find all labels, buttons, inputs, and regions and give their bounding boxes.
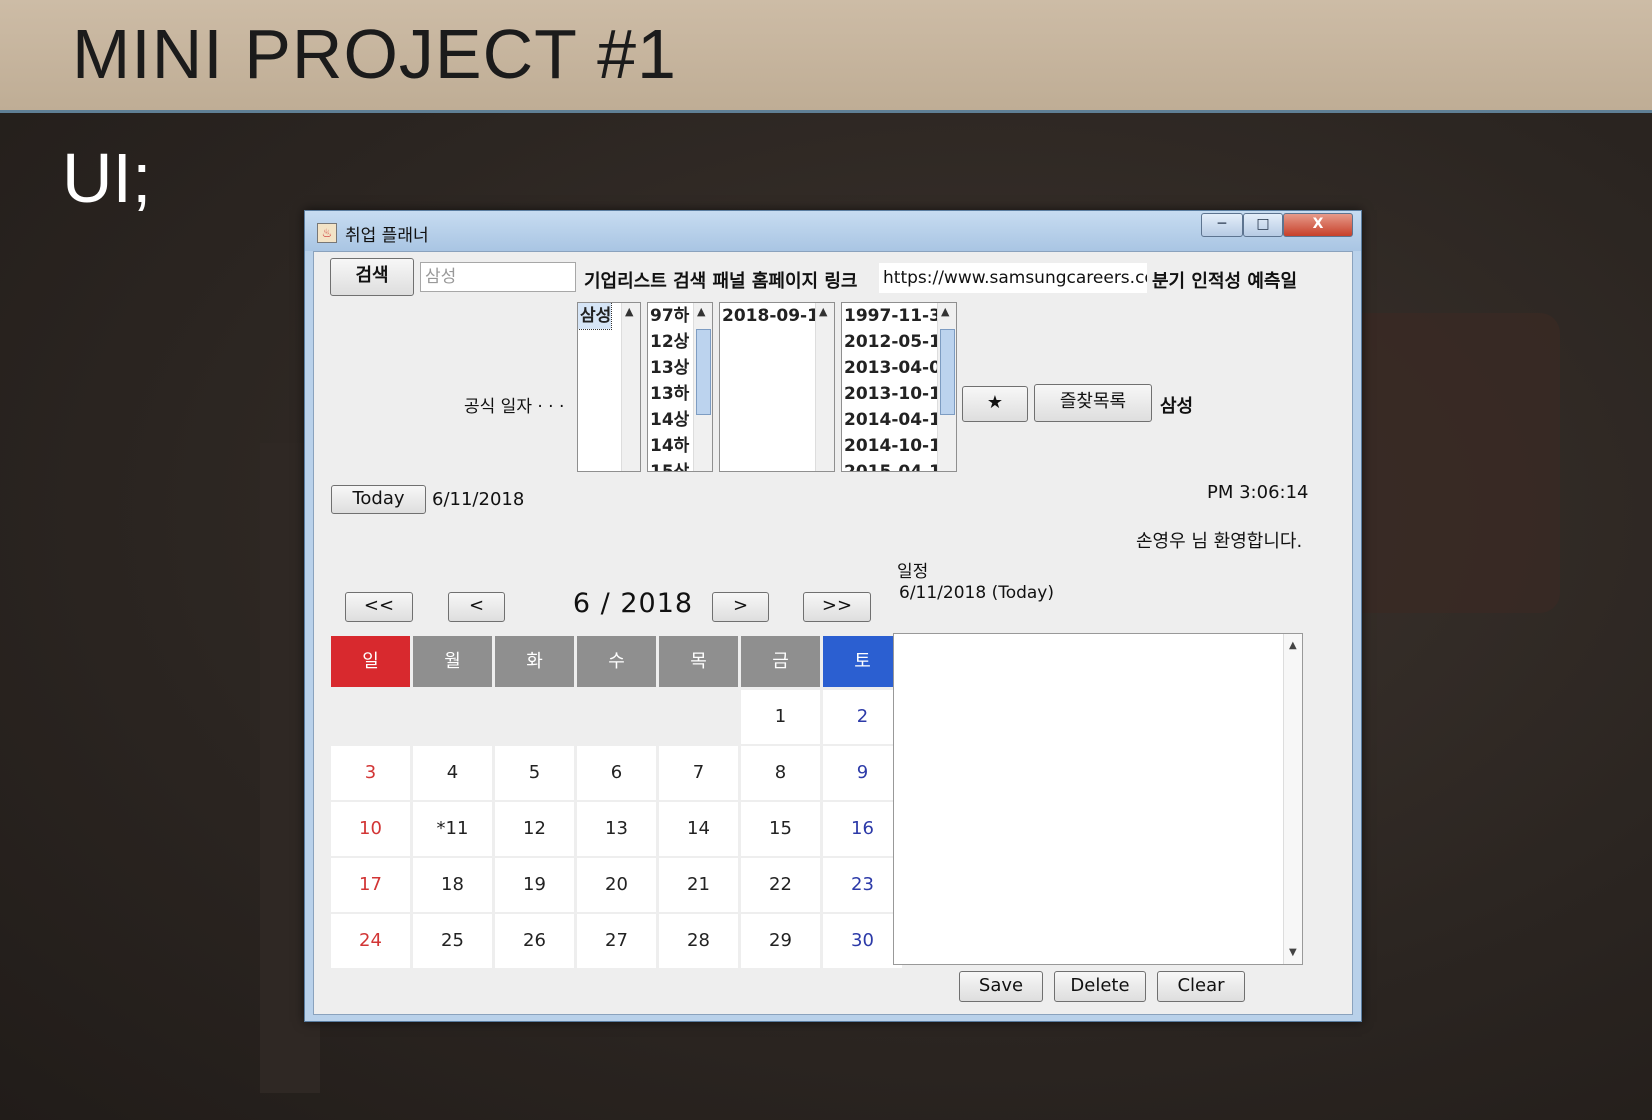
homepage-link-field[interactable]: https://www.samsungcareers.com xyxy=(879,263,1147,293)
day-cell[interactable]: 15 xyxy=(741,802,820,856)
date-list[interactable]: 2018-09-19 ▲ xyxy=(719,302,835,472)
empty-day-cell xyxy=(331,690,410,744)
day-cell[interactable]: 9 xyxy=(823,746,902,800)
day-cell[interactable]: 3 xyxy=(331,746,410,800)
slide-title: MINI PROJECT #1 xyxy=(72,15,677,93)
scroll-up-icon[interactable]: ▲ xyxy=(697,305,705,318)
welcome-message: 손영우 님 환영합니다. xyxy=(1136,531,1303,552)
weekday-header: 토 xyxy=(823,636,902,687)
day-cell[interactable]: 30 xyxy=(823,914,902,968)
list-scrollbar[interactable]: ▲ xyxy=(937,303,956,471)
weekday-header: 목 xyxy=(659,636,738,687)
day-cell[interactable]: 5 xyxy=(495,746,574,800)
scroll-down-icon[interactable]: ▼ xyxy=(1289,947,1297,958)
day-cell[interactable]: 28 xyxy=(659,914,738,968)
day-cell[interactable]: 14 xyxy=(659,802,738,856)
schedule-label: 일정 xyxy=(897,562,929,582)
half-list[interactable]: 97하 12상 13상 13하 14상 14하 15상 ▲ xyxy=(647,302,713,472)
scroll-up-icon[interactable]: ▲ xyxy=(1289,640,1297,651)
history-date-list[interactable]: 1997-11-30 2012-05-13 2013-04-07 2013-10… xyxy=(841,302,957,472)
favorite-star-button[interactable]: ★ xyxy=(962,386,1028,422)
window-titlebar[interactable]: ♨ 취업 플래너 ─ □ X xyxy=(305,211,1361,251)
clock-label: PM 3:06:14 xyxy=(1207,482,1309,503)
day-cell[interactable]: 10 xyxy=(331,802,410,856)
weekday-header: 일 xyxy=(331,636,410,687)
window-title: 취업 플래너 xyxy=(345,226,429,246)
empty-day-cell xyxy=(495,690,574,744)
day-cell[interactable]: 26 xyxy=(495,914,574,968)
day-cell[interactable]: 8 xyxy=(741,746,820,800)
save-button[interactable]: Save xyxy=(959,971,1043,1002)
window-client-area: 검색 삼성 기업리스트 검색 패널 홈페이지 링크 https://www.sa… xyxy=(313,251,1353,1015)
day-cell[interactable]: 2 xyxy=(823,690,902,744)
list-scrollbar[interactable]: ▲ xyxy=(621,303,640,471)
next-month-button[interactable]: > xyxy=(712,592,769,622)
day-cell[interactable]: 19 xyxy=(495,858,574,912)
schedule-textarea[interactable]: ▲ ▼ xyxy=(893,633,1303,965)
weekday-header: 금 xyxy=(741,636,820,687)
next-year-button[interactable]: >> xyxy=(803,592,871,622)
prev-year-button[interactable]: << xyxy=(345,592,413,622)
list-scrollbar[interactable]: ▲ xyxy=(815,303,834,471)
day-cell[interactable]: 7 xyxy=(659,746,738,800)
day-cell[interactable]: 29 xyxy=(741,914,820,968)
company-list[interactable]: 삼성 ▲ xyxy=(577,302,641,472)
search-button[interactable]: 검색 xyxy=(330,258,414,296)
day-cell[interactable]: 21 xyxy=(659,858,738,912)
empty-day-cell xyxy=(413,690,492,744)
minimize-button[interactable]: ─ xyxy=(1201,213,1243,237)
day-cell[interactable]: 22 xyxy=(741,858,820,912)
schedule-scrollbar[interactable]: ▲ ▼ xyxy=(1283,634,1302,964)
day-cell[interactable]: *11 xyxy=(413,802,492,856)
schedule-date-label: 6/11/2018 (Today) xyxy=(899,583,1055,603)
day-cell[interactable]: 27 xyxy=(577,914,656,968)
close-button[interactable]: X xyxy=(1283,213,1353,237)
day-cell[interactable]: 12 xyxy=(495,802,574,856)
favorite-company-label: 삼성 xyxy=(1160,396,1194,417)
day-cell[interactable]: 13 xyxy=(577,802,656,856)
scroll-thumb[interactable] xyxy=(940,329,955,415)
java-app-icon: ♨ xyxy=(317,223,337,243)
aptitude-date-label: 분기 인적성 예측일 xyxy=(1152,271,1298,292)
empty-day-cell xyxy=(577,690,656,744)
slide-subtitle: UI; xyxy=(62,139,152,217)
day-cell[interactable]: 25 xyxy=(413,914,492,968)
day-cell[interactable]: 23 xyxy=(823,858,902,912)
scroll-up-icon[interactable]: ▲ xyxy=(625,305,633,318)
day-cell[interactable]: 4 xyxy=(413,746,492,800)
list-scrollbar[interactable]: ▲ xyxy=(693,303,712,471)
scroll-up-icon[interactable]: ▲ xyxy=(819,305,827,318)
clear-button[interactable]: Clear xyxy=(1157,971,1245,1002)
slide-header: MINI PROJECT #1 xyxy=(0,0,1652,113)
day-cell[interactable]: 20 xyxy=(577,858,656,912)
weekday-header: 수 xyxy=(577,636,656,687)
scroll-thumb[interactable] xyxy=(696,329,711,415)
weekday-header: 화 xyxy=(495,636,574,687)
app-window: ♨ 취업 플래너 ─ □ X 검색 삼성 기업리스트 검색 패널 홈페이지 링크… xyxy=(304,210,1362,1022)
empty-day-cell xyxy=(659,690,738,744)
day-cell[interactable]: 1 xyxy=(741,690,820,744)
maximize-button[interactable]: □ xyxy=(1243,213,1283,237)
weekday-header: 월 xyxy=(413,636,492,687)
delete-button[interactable]: Delete xyxy=(1054,971,1146,1002)
today-button[interactable]: Today xyxy=(331,485,426,514)
today-date-label: 6/11/2018 xyxy=(432,489,525,510)
day-cell[interactable]: 24 xyxy=(331,914,410,968)
list-item[interactable]: 삼성 xyxy=(578,303,613,330)
company-panel-label: 기업리스트 검색 패널 홈페이지 링크 xyxy=(584,271,858,292)
favorites-list-button[interactable]: 즐찾목록 xyxy=(1034,384,1152,422)
day-cell[interactable]: 6 xyxy=(577,746,656,800)
day-cell[interactable]: 18 xyxy=(413,858,492,912)
background-decoration xyxy=(1340,313,1560,613)
day-cell[interactable]: 16 xyxy=(823,802,902,856)
month-year-label: 6 / 2018 xyxy=(572,588,694,619)
prev-month-button[interactable]: < xyxy=(448,592,505,622)
official-date-label: 공식 일자 · · · xyxy=(464,397,565,417)
day-cell[interactable]: 17 xyxy=(331,858,410,912)
company-search-input[interactable]: 삼성 xyxy=(420,262,576,292)
scroll-up-icon[interactable]: ▲ xyxy=(941,305,949,318)
